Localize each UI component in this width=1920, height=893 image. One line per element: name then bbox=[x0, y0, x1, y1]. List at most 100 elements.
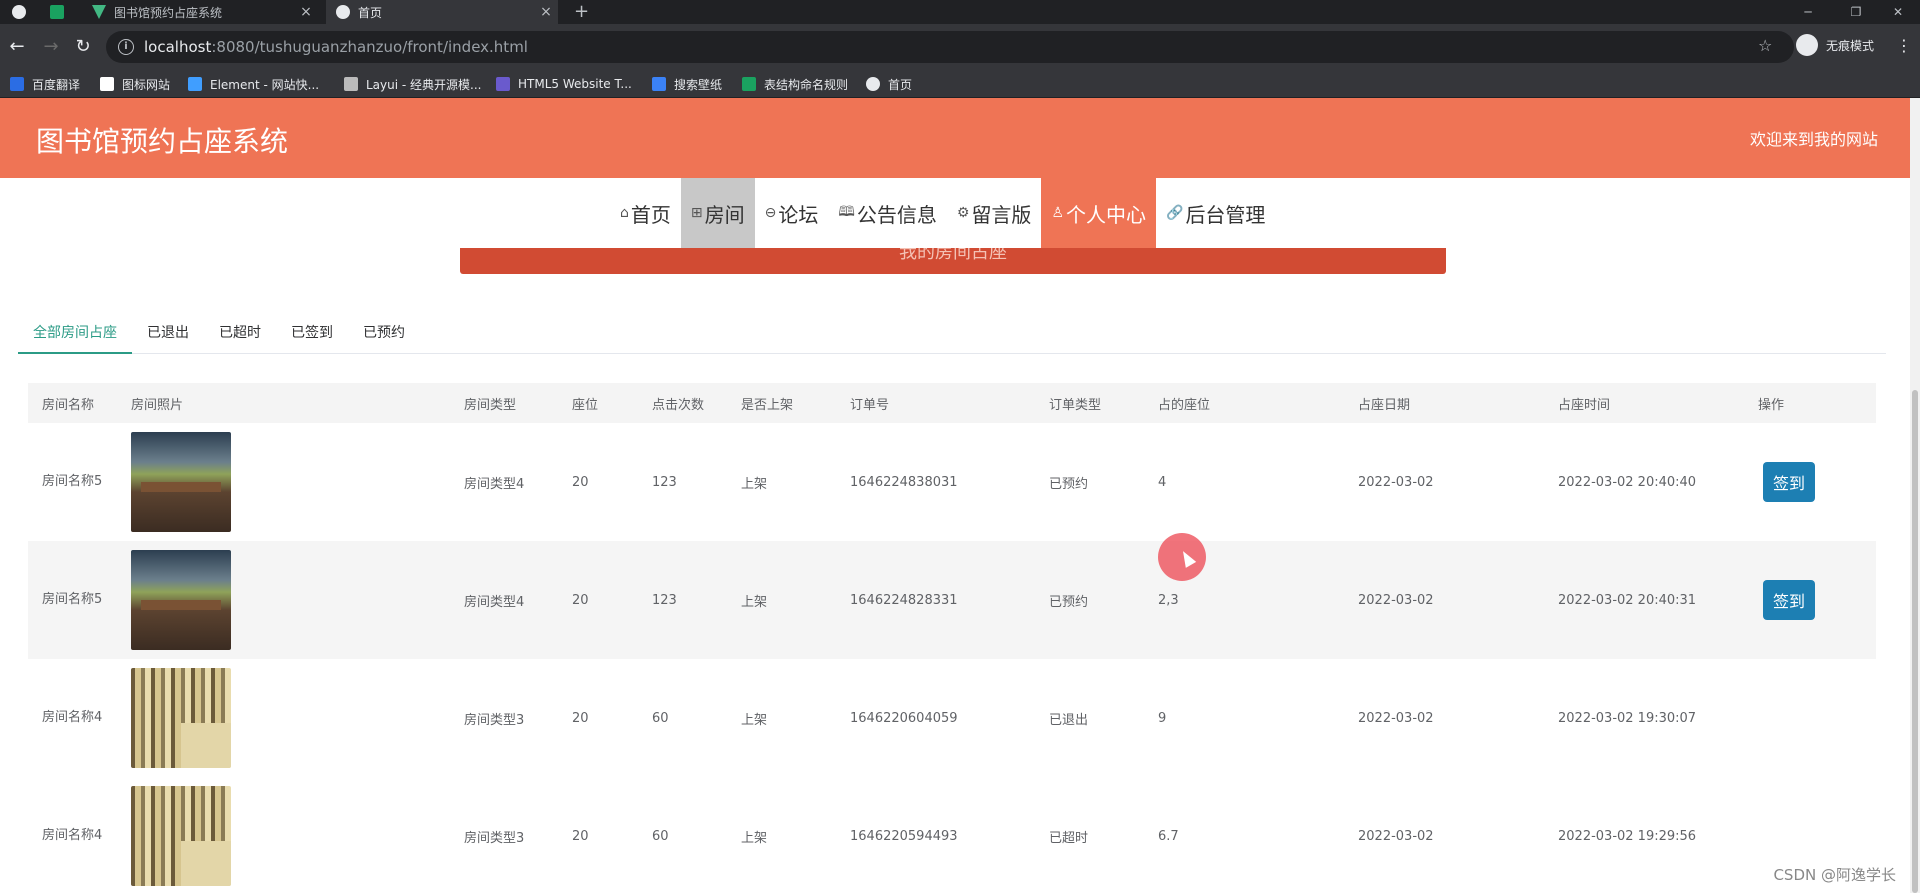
bookmark-item[interactable]: 首页 bbox=[866, 70, 912, 98]
listed-status: 上架 bbox=[741, 594, 768, 610]
incognito-indicator[interactable]: 无痕模式 bbox=[1796, 34, 1874, 56]
nav-item-home[interactable]: ⌂ 首页 bbox=[610, 178, 681, 248]
room-photo bbox=[131, 550, 231, 650]
globe-icon bbox=[866, 77, 880, 91]
url-host: localhost bbox=[144, 38, 212, 56]
seat-count: 20 bbox=[572, 474, 589, 490]
info-icon[interactable]: i bbox=[118, 39, 134, 55]
bookmark-item[interactable]: 搜索壁纸 bbox=[652, 70, 722, 98]
click-count: 60 bbox=[652, 828, 669, 844]
sign-in-button[interactable]: 签到 bbox=[1763, 462, 1815, 502]
bookmark-item[interactable]: 表结构命名规则 bbox=[742, 70, 848, 98]
restore-button[interactable]: ❐ bbox=[1834, 0, 1878, 24]
table-row: 房间名称5 房间类型4 20 123 上架 1646224828331 已预约 … bbox=[28, 541, 1876, 659]
page-scrollbar[interactable] bbox=[1910, 98, 1920, 893]
table-row: 房间名称4 房间类型3 20 60 上架 1646220604059 已退出 9… bbox=[28, 659, 1876, 777]
back-arrow-icon[interactable]: ← bbox=[6, 36, 28, 57]
bookmark-item[interactable]: 图标网站 bbox=[100, 70, 170, 98]
vue-icon bbox=[92, 5, 106, 19]
photo-cell bbox=[131, 541, 231, 659]
room-name: 房间名称4 bbox=[42, 828, 103, 843]
user-icon: ♙ bbox=[1051, 205, 1064, 221]
column-header: 点击次数 bbox=[652, 397, 705, 413]
address-bar[interactable]: i localhost :8080/tushuguanzhanzuo/front… bbox=[106, 31, 1794, 63]
section-banner: 我的房间占座 bbox=[460, 248, 1446, 274]
gear-icon: ⚙ bbox=[956, 205, 970, 221]
incognito-label: 无痕模式 bbox=[1826, 38, 1875, 53]
nav-item-messages[interactable]: ⚙ 留言版 bbox=[947, 178, 1042, 248]
column-header: 房间照片 bbox=[131, 397, 184, 413]
bookmark-label: 百度翻译 bbox=[32, 77, 81, 92]
tab-exited[interactable]: 已退出 bbox=[132, 312, 204, 354]
tab-reserved[interactable]: 已预约 bbox=[348, 312, 420, 354]
home-icon: ⌂ bbox=[620, 205, 629, 221]
bookmark-label: Layui - 经典开源模... bbox=[366, 77, 482, 92]
scrollbar-thumb[interactable] bbox=[1912, 390, 1918, 893]
browser-tab-1[interactable]: 图书馆预约占座系统 × bbox=[82, 0, 318, 24]
tab-title: 图书馆预约占座系统 bbox=[114, 5, 223, 20]
incognito-icon bbox=[1796, 34, 1818, 56]
click-count: 60 bbox=[652, 710, 669, 726]
link-icon: 🔗 bbox=[1166, 205, 1184, 221]
column-header: 订单类型 bbox=[1049, 397, 1102, 413]
column-header: 占座时间 bbox=[1558, 397, 1611, 413]
order-number: 1646224838031 bbox=[850, 474, 958, 490]
tab-timeout[interactable]: 已超时 bbox=[204, 312, 276, 354]
tab-all[interactable]: 全部房间占座 bbox=[18, 312, 132, 354]
browser-tab-2[interactable]: 首页 × bbox=[326, 0, 558, 24]
reload-icon[interactable]: ↻ bbox=[72, 36, 94, 57]
bookmark-label: 表结构命名规则 bbox=[764, 77, 849, 92]
new-tab-button[interactable]: + bbox=[574, 1, 589, 22]
browser-tab-icon[interactable] bbox=[12, 5, 26, 19]
minimize-button[interactable]: ─ bbox=[1786, 0, 1830, 24]
nav-label: 首页 bbox=[630, 202, 671, 227]
nav-label: 后台管理 bbox=[1185, 202, 1266, 227]
action-cell: 签到 bbox=[1763, 541, 1815, 659]
book-icon: 🕮 bbox=[838, 204, 855, 220]
nav-label: 个人中心 bbox=[1066, 202, 1146, 227]
globe-icon bbox=[336, 5, 350, 19]
occupy-time: 2022-03-02 19:29:56 bbox=[1558, 828, 1697, 844]
nav-item-notices[interactable]: 🕮 公告信息 bbox=[828, 178, 947, 248]
table-row: 房间名称4 房间类型3 20 60 上架 1646220594493 已超时 6… bbox=[28, 777, 1876, 893]
sign-in-button[interactable]: 签到 bbox=[1763, 580, 1815, 620]
layui-icon bbox=[344, 77, 358, 91]
close-tab-icon[interactable]: × bbox=[534, 4, 558, 20]
room-name: 房间名称5 bbox=[42, 474, 103, 489]
bookmark-item[interactable]: HTML5 Website T... bbox=[496, 70, 632, 98]
seat-count: 20 bbox=[572, 592, 589, 608]
photo-cell bbox=[131, 777, 231, 893]
room-photo bbox=[131, 668, 231, 768]
table-header: 房间名称 房间照片 房间类型 座位 点击次数 是否上架 订单号 订单类型 占的座… bbox=[28, 383, 1876, 423]
site-header: 图书馆预约占座系统 欢迎来到我的网站 bbox=[0, 98, 1910, 178]
bookmark-item[interactable]: Element - 网站快... bbox=[188, 70, 319, 98]
bookmark-label: 首页 bbox=[888, 77, 913, 92]
bookmark-item[interactable]: 百度翻译 bbox=[10, 70, 80, 98]
translate-icon bbox=[10, 77, 24, 91]
nav-label: 留言版 bbox=[971, 202, 1032, 227]
main-nav: ⌂ 首页 ⊞ 房间 ⊖ 论坛 🕮 公告信息 ⚙ 留言版 ♙ 个人中心 🔗 后台管理 bbox=[610, 178, 1275, 248]
column-header: 占座日期 bbox=[1358, 397, 1411, 413]
forward-arrow-icon[interactable]: → bbox=[40, 36, 62, 57]
nav-item-profile[interactable]: ♙ 个人中心 bbox=[1041, 178, 1156, 248]
occupy-time: 2022-03-02 20:40:31 bbox=[1558, 592, 1697, 608]
order-type: 已退出 bbox=[1049, 712, 1089, 728]
room-type: 房间类型4 bbox=[464, 594, 525, 610]
photo-cell bbox=[131, 423, 231, 541]
bookmark-label: Element - 网站快... bbox=[210, 77, 320, 92]
close-tab-icon[interactable]: × bbox=[294, 4, 318, 20]
sheet-icon bbox=[742, 77, 756, 91]
column-header: 座位 bbox=[572, 397, 599, 413]
nav-item-rooms[interactable]: ⊞ 房间 bbox=[680, 178, 755, 248]
nav-item-forum[interactable]: ⊖ 论坛 bbox=[755, 178, 829, 248]
occupied-seat: 9 bbox=[1158, 710, 1167, 726]
bookmark-item[interactable]: Layui - 经典开源模... bbox=[344, 70, 481, 98]
tab-signed-in[interactable]: 已签到 bbox=[276, 312, 348, 354]
close-window-button[interactable]: ✕ bbox=[1876, 0, 1920, 24]
listed-status: 上架 bbox=[741, 476, 768, 492]
browser-menu-icon[interactable]: ⋮ bbox=[1896, 36, 1912, 55]
sheet-tab-icon[interactable] bbox=[50, 5, 64, 19]
bookmark-star-icon[interactable]: ☆ bbox=[1758, 36, 1772, 55]
nav-item-admin[interactable]: 🔗 后台管理 bbox=[1156, 178, 1275, 248]
page-content: 图书馆预约占座系统 欢迎来到我的网站 ⌂ 首页 ⊞ 房间 ⊖ 论坛 🕮 公告信息 ⚙ 留言… bbox=[0, 98, 1910, 893]
